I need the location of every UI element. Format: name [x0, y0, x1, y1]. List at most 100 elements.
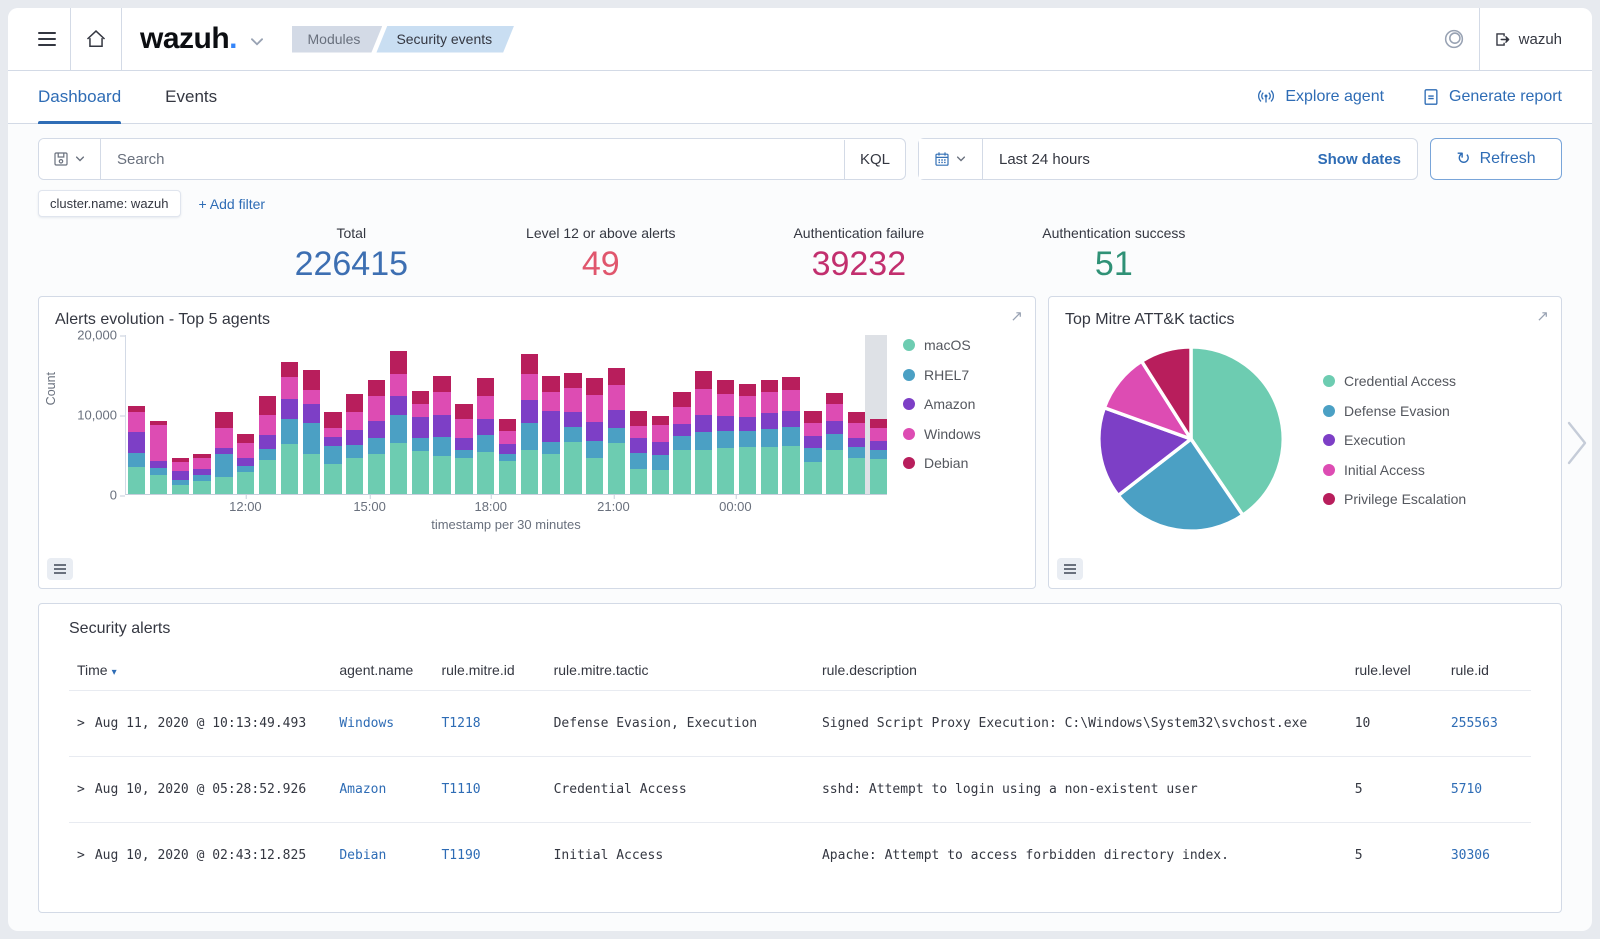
bar-segment-windows [499, 431, 516, 444]
menu-button[interactable] [24, 8, 70, 71]
next-panels-button[interactable] [1566, 420, 1588, 466]
expand-row-icon[interactable]: > [77, 716, 85, 731]
generate-report-button[interactable]: Generate report [1422, 88, 1562, 106]
column-header-rule-mitre-tactic[interactable]: rule.mitre.tactic [546, 652, 814, 691]
bar-24[interactable] [652, 335, 669, 494]
breadcrumb-modules[interactable]: Modules [292, 26, 383, 53]
wazuh-logo[interactable]: wazuh. [140, 22, 238, 56]
legend-item-debian[interactable]: Debian [903, 455, 1017, 471]
y-axis-title: Count [44, 372, 58, 405]
chevron-down-icon[interactable] [248, 33, 266, 51]
home-button[interactable] [71, 8, 121, 71]
bar-5[interactable] [237, 335, 254, 494]
expand-panel-icon[interactable]: ↗ [1010, 307, 1023, 325]
refresh-button[interactable]: ↻ Refresh [1430, 138, 1562, 180]
legend-item-initial-access[interactable]: Initial Access [1323, 462, 1466, 478]
explore-agent-button[interactable]: Explore agent [1256, 88, 1384, 106]
bar-23[interactable] [630, 335, 647, 494]
bar-15[interactable] [455, 335, 472, 494]
x-tick-00-00: 00:00 [719, 499, 752, 514]
bar-19[interactable] [542, 335, 559, 494]
bar-segment-debian [695, 371, 712, 389]
legend-item-privilege-escalation[interactable]: Privilege Escalation [1323, 491, 1466, 507]
logout-link[interactable]: wazuh [1480, 31, 1576, 48]
bar-27[interactable] [717, 335, 734, 494]
bar-1[interactable] [150, 335, 167, 494]
legend-item-macos[interactable]: macOS [903, 337, 1017, 353]
time-range-value[interactable]: Last 24 hours [983, 151, 1090, 168]
column-header-rule-description[interactable]: rule.description [814, 652, 1347, 691]
column-header-time[interactable]: Time▾ [69, 652, 331, 691]
legend-item-defense-evasion[interactable]: Defense Evasion [1323, 403, 1466, 419]
health-check-button[interactable] [1429, 8, 1479, 71]
bar-0[interactable] [128, 335, 145, 494]
sort-desc-icon[interactable]: ▾ [112, 667, 117, 678]
bar-4[interactable] [215, 335, 232, 494]
bar-9[interactable] [324, 335, 341, 494]
expand-row-icon[interactable]: > [77, 782, 85, 797]
bar-7[interactable] [281, 335, 298, 494]
legend-item-execution[interactable]: Execution [1323, 432, 1466, 448]
tab-events[interactable]: Events [165, 71, 217, 124]
legend-item-windows[interactable]: Windows [903, 426, 1017, 442]
bar-29[interactable] [761, 335, 778, 494]
filter-pill-cluster-name[interactable]: cluster.name: wazuh [38, 190, 181, 217]
search-input[interactable] [101, 151, 844, 168]
bar-26[interactable] [695, 335, 712, 494]
show-dates-button[interactable]: Show dates [1318, 151, 1417, 168]
legend-item-amazon[interactable]: Amazon [903, 396, 1017, 412]
bar-34[interactable] [870, 335, 887, 494]
bar-10[interactable] [346, 335, 363, 494]
cell-link[interactable]: 5710 [1451, 782, 1482, 797]
cell-link[interactable]: Amazon [339, 782, 386, 797]
tab-dashboard[interactable]: Dashboard [38, 71, 121, 124]
cell-link[interactable]: T1110 [441, 782, 480, 797]
bar-33[interactable] [848, 335, 865, 494]
expand-row-icon[interactable]: > [77, 848, 85, 863]
bar-18[interactable] [521, 335, 538, 494]
bar-17[interactable] [499, 335, 516, 494]
cell-link[interactable]: 255563 [1451, 716, 1498, 731]
bar-8[interactable] [303, 335, 320, 494]
bar-25[interactable] [673, 335, 690, 494]
add-filter-button[interactable]: + Add filter [199, 196, 266, 212]
column-header-agent-name[interactable]: agent.name [331, 652, 433, 691]
bar-32[interactable] [826, 335, 843, 494]
column-header-rule-mitre-id[interactable]: rule.mitre.id [433, 652, 545, 691]
bar-30[interactable] [782, 335, 799, 494]
column-label: agent.name [339, 662, 413, 678]
bar-16[interactable] [477, 335, 494, 494]
column-header-rule-level[interactable]: rule.level [1347, 652, 1443, 691]
bar-6[interactable] [259, 335, 276, 494]
column-header-rule-id[interactable]: rule.id [1443, 652, 1531, 691]
bar-3[interactable] [193, 335, 210, 494]
legend-item-credential-access[interactable]: Credential Access [1323, 373, 1466, 389]
bar-28[interactable] [739, 335, 756, 494]
quick-select-button[interactable] [919, 139, 983, 179]
bar-segment-rhel7 [368, 438, 385, 454]
bar-21[interactable] [586, 335, 603, 494]
bar-12[interactable] [390, 335, 407, 494]
cell-link[interactable]: Windows [339, 716, 394, 731]
bar-11[interactable] [368, 335, 385, 494]
bar-13[interactable] [412, 335, 429, 494]
bar-31[interactable] [804, 335, 821, 494]
expand-panel-icon[interactable]: ↗ [1536, 307, 1549, 325]
saved-queries-button[interactable] [39, 138, 101, 180]
cell-link[interactable]: T1190 [441, 848, 480, 863]
bar-2[interactable] [172, 335, 189, 494]
bar-segment-macos [695, 450, 712, 494]
cell-link[interactable]: Debian [339, 848, 386, 863]
legend-toggle-button[interactable] [1057, 558, 1083, 580]
bar-14[interactable] [433, 335, 450, 494]
legend-item-rhel7[interactable]: RHEL7 [903, 367, 1017, 383]
cell-link[interactable]: T1218 [441, 716, 480, 731]
cell-value: Defense Evasion, Execution [554, 716, 758, 731]
query-language-button[interactable]: KQL [844, 140, 905, 179]
x-axis-ticks: 12:0015:0018:0021:0000:00 [125, 495, 887, 515]
legend-toggle-button[interactable] [47, 558, 73, 580]
bar-20[interactable] [564, 335, 581, 494]
bar-22[interactable] [608, 335, 625, 494]
cell-link[interactable]: 30306 [1451, 848, 1490, 863]
bar-segment-rhel7 [499, 454, 516, 461]
